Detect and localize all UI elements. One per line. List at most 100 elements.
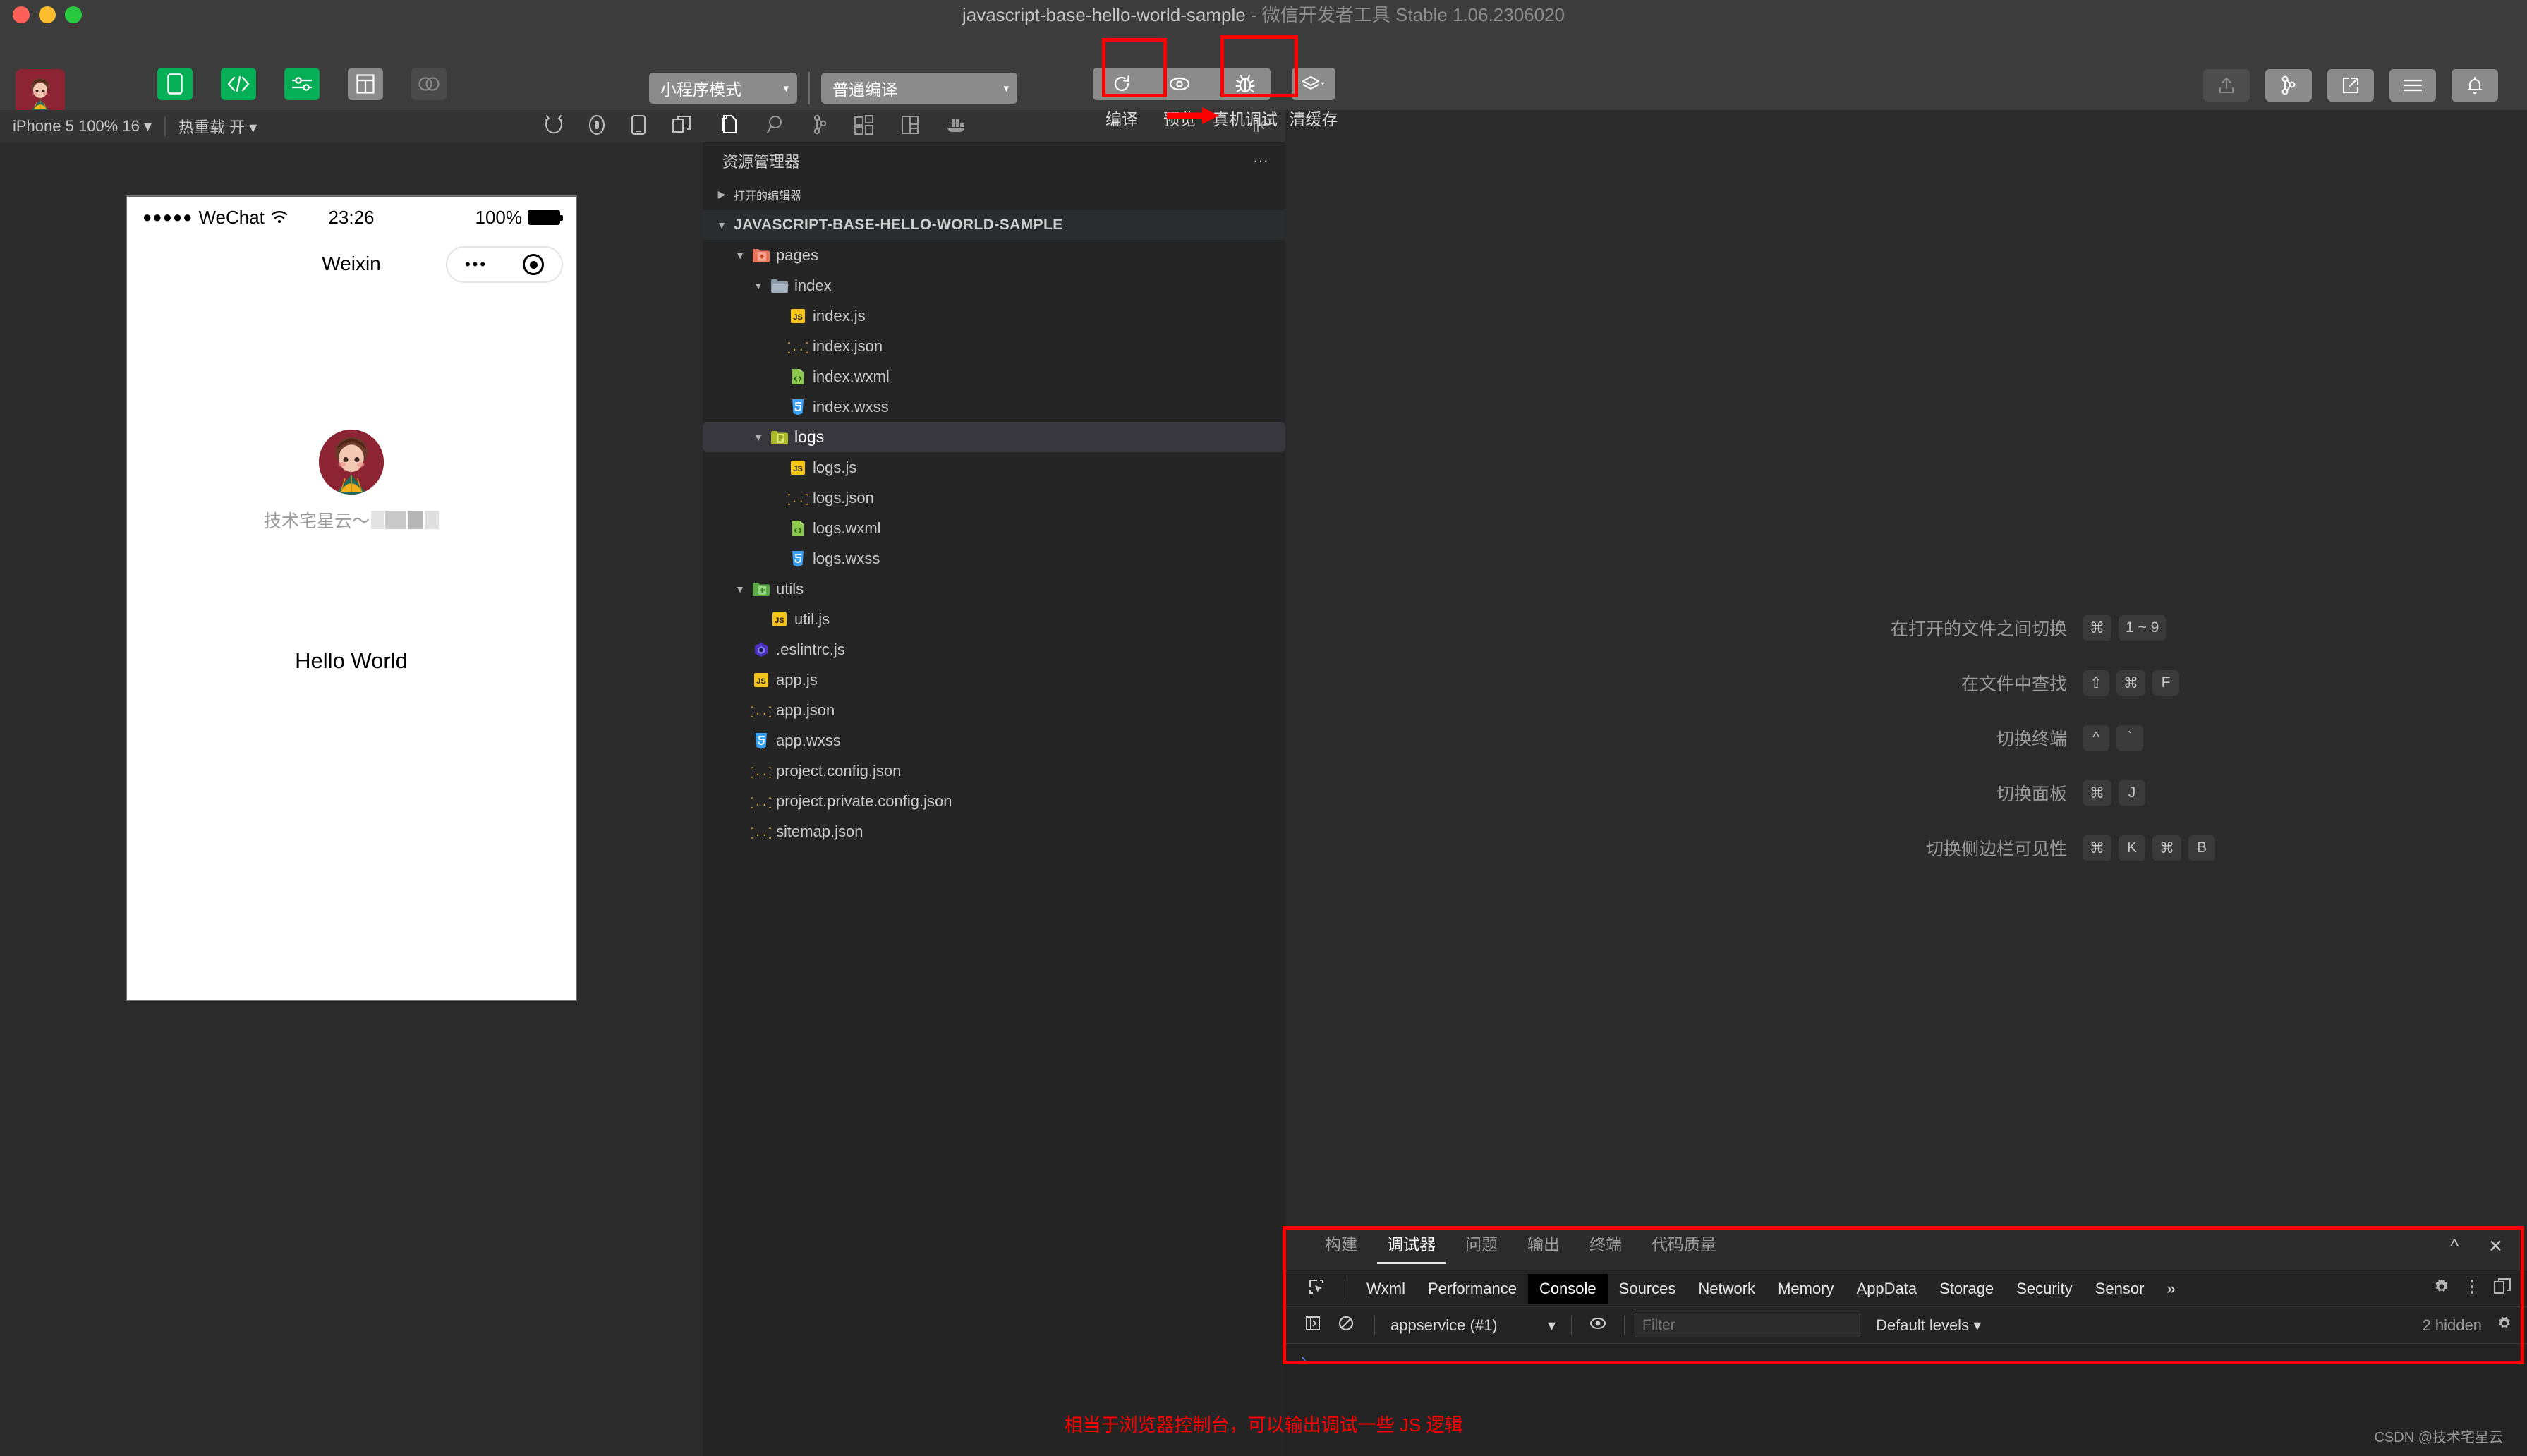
tree-file-row[interactable]: {..} project.config.json <box>703 756 1285 786</box>
avatar-illustration-icon <box>319 430 384 495</box>
upload-icon <box>2203 69 2250 102</box>
extensions-icon[interactable] <box>854 114 875 139</box>
title-separator: - <box>1245 4 1262 25</box>
sliders-icon <box>284 68 320 100</box>
tree-item-label: project.private.config.json <box>776 791 952 810</box>
record-icon[interactable] <box>588 114 605 139</box>
redacted-nickname <box>425 511 439 529</box>
open-editors-section[interactable]: ▶ 打开的编辑器 <box>703 179 1285 210</box>
avatar-illustration-icon <box>31 78 49 111</box>
compile-button-label: 编译 <box>1105 110 1138 128</box>
mode-select[interactable]: 小程序模式 ▾ <box>649 73 797 104</box>
project-root-label: JAVASCRIPT-BASE-HELLO-WORLD-SAMPLE <box>734 216 1063 233</box>
phone-simulator[interactable]: ●●●●● WeChat 23:26 100% Weixin ••• 技术宅星云… <box>126 195 577 1001</box>
tree-file-row[interactable]: JS logs.js <box>703 452 1285 483</box>
shortcut-keys: ⇧ ⌘ F <box>2083 670 2245 696</box>
tree-file-row[interactable]: JS util.js <box>703 604 1285 634</box>
explorer-more-icon[interactable]: ··· <box>1253 152 1268 170</box>
clear-cache-label: 清缓存 <box>1289 110 1338 128</box>
multi-window-icon[interactable] <box>672 115 691 138</box>
wxss-icon <box>786 398 810 416</box>
code-icon <box>221 68 256 100</box>
hot-reload-selector[interactable]: 热重载 开 ▾ <box>166 115 269 138</box>
tree-item-label: logs <box>794 427 825 446</box>
tree-item-label: index.js <box>813 306 866 324</box>
tree-item-label: logs.wxss <box>813 549 880 567</box>
tree-folder-row[interactable]: ▼ logs <box>703 422 1285 452</box>
tree-file-row[interactable]: {..} index.json <box>703 331 1285 361</box>
shortcut-key: F <box>2152 670 2179 696</box>
tree-item-label: logs.wxml <box>813 518 881 537</box>
tree-item-label: util.js <box>794 609 830 628</box>
shortcut-row: 切换终端 ^ ` <box>1426 725 2245 751</box>
eslint-icon <box>749 641 773 658</box>
folder-pages-icon <box>749 248 773 263</box>
json-icon: {..} <box>749 793 773 810</box>
explorer-pane: 资源管理器 ··· ▶ 打开的编辑器 ▼ JAVASCRIPT-BASE-HEL… <box>703 142 1285 1456</box>
highlight-box-compile <box>1102 38 1167 97</box>
tree-item-label: app.json <box>776 700 835 719</box>
layout-icon[interactable] <box>900 114 920 139</box>
chevron-down-icon: ▾ <box>249 119 257 136</box>
toolbar-selects: 小程序模式 ▾ 普通编译 ▾ <box>649 72 1017 104</box>
shortcut-key: ⌘ <box>2083 835 2111 861</box>
tree-file-row[interactable]: index.wxml <box>703 361 1285 392</box>
tree-file-row[interactable]: {..} project.private.config.json <box>703 786 1285 816</box>
tree-folder-row[interactable]: ▼ index <box>703 270 1285 301</box>
js-icon: JS <box>786 308 810 324</box>
docker-icon[interactable] <box>945 116 968 138</box>
tree-file-row[interactable]: .eslintrc.js <box>703 634 1285 665</box>
device-bar-icons <box>545 110 691 142</box>
project-root-row[interactable]: ▼ JAVASCRIPT-BASE-HELLO-WORLD-SAMPLE <box>703 210 1285 240</box>
user-profile-block: 技术宅星云～ <box>127 430 576 533</box>
compile-select[interactable]: 普通编译 ▾ <box>821 73 1017 104</box>
source-control-icon[interactable] <box>811 114 828 139</box>
shortcut-key: ` <box>2116 725 2143 751</box>
tree-file-row[interactable]: {..} sitemap.json <box>703 816 1285 847</box>
svg-text:{..}: {..} <box>788 341 808 354</box>
shortcut-label: 切换终端 <box>1996 729 2067 749</box>
redacted-nickname <box>385 511 406 529</box>
files-icon[interactable] <box>721 114 741 139</box>
svg-text:{..}: {..} <box>751 705 771 718</box>
phone-outline-icon[interactable] <box>631 114 646 139</box>
search-icon[interactable] <box>766 114 786 139</box>
tree-file-row[interactable]: JS index.js <box>703 301 1285 331</box>
tree-item-label: index <box>794 276 832 294</box>
tree-file-row[interactable]: {..} logs.json <box>703 483 1285 513</box>
tree-item-label: index.wxml <box>813 367 890 385</box>
capsule-button[interactable]: ••• <box>446 246 563 283</box>
rotate-icon[interactable] <box>545 114 563 139</box>
user-nickname-text: 技术宅星云～ <box>263 511 370 531</box>
tree-file-row[interactable]: app.wxss <box>703 725 1285 756</box>
js-icon: JS <box>768 611 792 628</box>
battery-icon <box>528 210 563 225</box>
tree-file-row[interactable]: logs.wxml <box>703 513 1285 543</box>
svg-text:{..}: {..} <box>751 766 771 779</box>
chevron-right-icon: ▶ <box>717 188 726 200</box>
tree-folder-row[interactable]: ▼ pages <box>703 240 1285 270</box>
tree-file-row[interactable]: index.wxss <box>703 392 1285 422</box>
shortcut-keys: ^ ` <box>2083 725 2245 751</box>
tree-file-row[interactable]: {..} app.json <box>703 695 1285 725</box>
tree-file-row[interactable]: logs.wxss <box>703 543 1285 574</box>
chevron-down-icon: ▼ <box>753 279 763 291</box>
chevron-down-icon: ▼ <box>753 431 763 443</box>
mode-select-value: 小程序模式 <box>660 80 741 99</box>
redacted-nickname <box>408 511 423 529</box>
svg-text:JS: JS <box>793 465 802 473</box>
folder-utils-icon <box>749 581 773 597</box>
svg-text:JS: JS <box>775 617 784 625</box>
shortcut-row: 切换侧边栏可见性 ⌘ K ⌘ B <box>1426 835 2245 861</box>
hello-world-text: Hello World <box>295 648 408 673</box>
shortcut-row: 切换面板 ⌘ J <box>1426 780 2245 806</box>
open-editors-label: 打开的编辑器 <box>734 190 802 202</box>
target-icon[interactable] <box>523 254 545 275</box>
svg-text:JS: JS <box>756 677 765 686</box>
phone-icon <box>157 68 193 100</box>
device-selector[interactable]: iPhone 5 100% 16 ▾ <box>0 117 164 135</box>
project-title: javascript-base-hello-world-sample <box>962 4 1246 25</box>
layout-icon <box>348 68 383 100</box>
tree-folder-row[interactable]: ▼ utils <box>703 574 1285 604</box>
tree-file-row[interactable]: JS app.js <box>703 665 1285 695</box>
